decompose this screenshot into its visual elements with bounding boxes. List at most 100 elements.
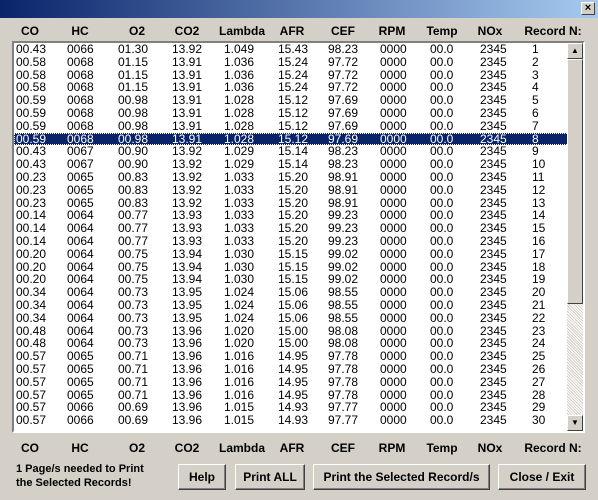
record-cell-record-n: 17	[532, 246, 546, 261]
records-rows: 00.43 0066 01.30 13.92 1.049 15.43 98.23 0000 00…	[14, 43, 569, 427]
record-cell-co2: 13.91	[172, 105, 203, 120]
record-cell-co: 00.59	[16, 118, 47, 133]
record-cell-cef: 97.72	[328, 54, 359, 69]
record-row[interactable]: 00.57 0065 00.71 13.96 1.016 14.95 97.78 0000 00…	[14, 350, 569, 363]
record-cell-o2: 01.15	[118, 54, 149, 69]
record-cell-temp: 00.0	[430, 169, 454, 184]
record-row[interactable]: 00.57 0065 00.71 13.96 1.016 14.95 97.78 0000 00…	[14, 374, 569, 389]
scroll-up-button[interactable]: ▲	[567, 43, 583, 59]
record-row[interactable]: 00.59 0068 00.98 13.91 1.028 15.12 97.69 0000 00…	[14, 118, 569, 133]
record-row[interactable]: 00.43 0066 01.30 13.92 1.049 15.43 98.23 0000 00…	[14, 43, 569, 56]
record-cell-hc: 0065	[67, 169, 94, 184]
record-row[interactable]: 00.57 0065 00.71 13.96 1.016 14.95 97.78 0000 00…	[14, 363, 569, 376]
record-cell-cef: 98.91	[328, 182, 359, 197]
record-cell-hc: 0068	[67, 118, 94, 133]
record-cell-co: 00.43	[16, 42, 47, 56]
record-cell-nox: 2345	[480, 349, 507, 364]
column-header-record-n: Record N:	[524, 441, 582, 455]
record-cell-o2: 01.30	[118, 42, 149, 56]
record-cell-record-n: 26	[532, 361, 546, 376]
record-cell-nox: 2345	[480, 169, 507, 184]
record-cell-hc: 0065	[67, 361, 94, 376]
scroll-down-button[interactable]: ▼	[567, 415, 583, 431]
record-cell-co: 00.34	[16, 310, 47, 325]
record-cell-afr: 14.95	[278, 361, 309, 376]
column-header-co2: CO2	[174, 441, 200, 455]
scroll-track[interactable]	[567, 304, 583, 415]
record-cell-temp: 00.0	[430, 246, 454, 261]
record-cell-co: 00.59	[16, 105, 47, 120]
record-cell-co: 00.58	[16, 54, 47, 69]
record-cell-cef: 97.78	[328, 349, 359, 364]
record-row[interactable]: 00.23 0065 00.83 13.92 1.033 15.20 98.91 0000 00…	[14, 171, 569, 184]
record-row[interactable]: 00.14 0064 00.77 13.93 1.033 15.20 99.23 0000 00…	[14, 235, 569, 248]
record-cell-nox: 2345	[480, 297, 507, 312]
record-cell-hc: 0068	[67, 105, 94, 120]
record-cell-record-n: 16	[532, 233, 546, 248]
record-cell-rpm: 0000	[380, 349, 407, 364]
record-cell-afr: 15.20	[278, 233, 309, 248]
record-cell-nox: 2345	[480, 413, 507, 428]
record-cell-hc: 0065	[67, 349, 94, 364]
record-cell-nox: 2345	[480, 105, 507, 120]
record-cell-afr: 15.20	[278, 182, 309, 197]
record-cell-o2: 00.77	[118, 233, 149, 248]
pages-needed-message: 1 Page/s needed to Print the Selected Re…	[16, 462, 166, 490]
vertical-scrollbar[interactable]: ▲ ▼	[567, 43, 583, 431]
pages-needed-line-2: the Selected Records!	[16, 477, 132, 489]
record-cell-record-n: 1	[532, 42, 539, 56]
record-row[interactable]: 00.57 0066 00.69 13.96 1.015 14.93 97.77 0000 00…	[14, 414, 569, 427]
record-cell-co2: 13.92	[172, 182, 203, 197]
print-selected-button[interactable]: Print the Selected Record/s	[313, 464, 490, 490]
column-header-rpm: RPM	[378, 24, 406, 38]
record-cell-lambda: 1.024	[224, 297, 255, 312]
record-cell-co2: 13.95	[172, 297, 203, 312]
record-cell-rpm: 0000	[380, 54, 407, 69]
print-all-button[interactable]: Print ALL	[235, 464, 305, 490]
column-header-o2: O2	[128, 441, 146, 455]
record-cell-hc: 0065	[67, 182, 94, 197]
record-cell-temp: 00.0	[430, 42, 454, 56]
record-cell-co: 00.57	[16, 374, 47, 389]
record-cell-o2: 00.73	[118, 297, 149, 312]
record-cell-nox: 2345	[480, 118, 507, 133]
record-cell-o2: 00.83	[118, 169, 149, 184]
record-cell-lambda: 1.016	[224, 361, 255, 376]
record-cell-co: 00.57	[16, 349, 47, 364]
record-row[interactable]: 00.34 0064 00.73 13.95 1.024 15.06 98.55 0000 00…	[14, 299, 569, 312]
close-window-button[interactable]: ×	[581, 2, 595, 15]
record-row[interactable]: 00.20 0064 00.75 13.94 1.030 15.15 99.02 0000 00…	[14, 246, 569, 261]
record-cell-cef: 97.78	[328, 374, 359, 389]
help-button[interactable]: Help	[178, 464, 226, 490]
column-header-co2: CO2	[174, 24, 200, 38]
record-cell-co2: 13.95	[172, 310, 203, 325]
record-cell-record-n: 6	[532, 105, 539, 120]
record-cell-hc: 0068	[67, 54, 94, 69]
record-cell-o2: 00.98	[118, 105, 149, 120]
record-cell-temp: 00.0	[430, 118, 454, 133]
record-cell-co2: 13.96	[172, 374, 203, 389]
record-cell-record-n: 2	[532, 54, 539, 69]
record-cell-nox: 2345	[480, 182, 507, 197]
column-header-afr: AFR	[279, 441, 305, 455]
record-cell-rpm: 0000	[380, 374, 407, 389]
column-header-bottom: CO HC O2 CO2 Lambda AFR CEF RPM Temp NOx Record N:	[0, 441, 598, 457]
record-row[interactable]: 00.59 0068 00.98 13.91 1.028 15.12 97.69 0000 00…	[14, 107, 569, 120]
record-cell-record-n: 22	[532, 310, 546, 325]
record-cell-co: 00.14	[16, 233, 47, 248]
record-row[interactable]: 00.34 0064 00.73 13.95 1.024 15.06 98.55 0000 00…	[14, 310, 569, 325]
record-cell-co: 00.34	[16, 297, 47, 312]
records-list[interactable]: 00.43 0066 01.30 13.92 1.049 15.43 98.23 0000 00…	[12, 41, 585, 433]
record-cell-record-n: 12	[532, 182, 546, 197]
close-exit-button[interactable]: Close / Exit	[498, 464, 586, 490]
record-cell-o2: 00.71	[118, 361, 149, 376]
record-row[interactable]: 00.58 0068 01.15 13.91 1.036 15.24 97.72 0000 00…	[14, 54, 569, 69]
record-cell-o2: 00.75	[118, 246, 149, 261]
record-cell-temp: 00.0	[430, 297, 454, 312]
record-cell-lambda: 1.033	[224, 233, 255, 248]
record-row[interactable]: 00.23 0065 00.83 13.92 1.033 15.20 98.91 0000 00…	[14, 182, 569, 197]
column-header-cef: CEF	[331, 24, 355, 38]
record-cell-hc: 0064	[67, 297, 94, 312]
scroll-thumb[interactable]	[567, 59, 583, 304]
record-cell-lambda: 1.028	[224, 105, 255, 120]
